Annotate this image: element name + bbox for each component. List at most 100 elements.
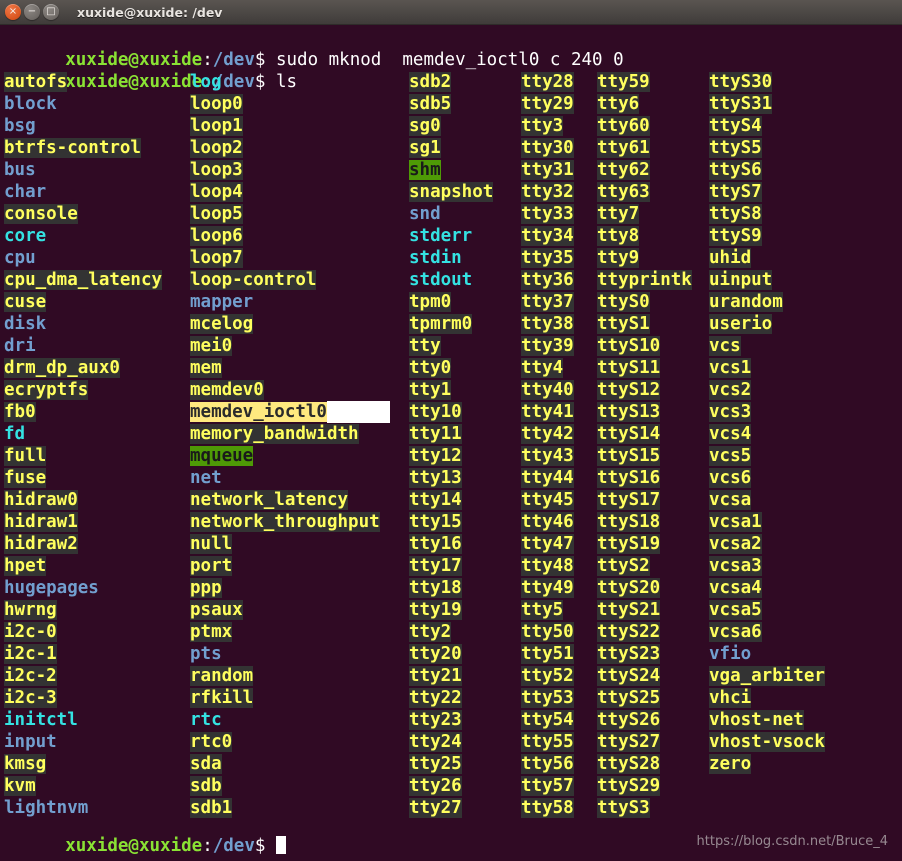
ls-entry-name: snd: [409, 204, 441, 224]
close-button[interactable]: ×: [5, 4, 21, 20]
ls-entry-name: sdb: [190, 776, 222, 796]
ls-entry: memdev_ioctl0: [190, 401, 391, 423]
ls-entry: ttyS0: [597, 291, 692, 313]
ls-entry: ttyS14: [597, 423, 692, 445]
maximize-button[interactable]: □: [43, 4, 59, 20]
ls-entry-name: ttyS24: [597, 666, 661, 686]
ls-entry: ttyS8: [709, 203, 825, 225]
ls-entry-name: tty34: [521, 226, 574, 246]
ls-entry: console: [4, 203, 162, 225]
ls-entry-name: vhost-vsock: [709, 732, 825, 752]
ls-entry-name: ttyS17: [597, 490, 661, 510]
ls-entry-name: fuse: [4, 468, 47, 488]
ls-entry-name: ttyS9: [709, 226, 762, 246]
ls-entry-name: ttyS2: [597, 556, 650, 576]
close-icon: ×: [8, 5, 18, 17]
minimize-button[interactable]: −: [24, 4, 40, 20]
ls-entry-name: memory_bandwidth: [190, 424, 359, 444]
ls-entry: core: [4, 225, 162, 247]
ls-entry-name: tty19: [409, 600, 462, 620]
ls-entry-name: tty27: [409, 798, 462, 818]
ls-entry-name: mem: [190, 358, 222, 378]
ls-entry-name: cpu_dma_latency: [4, 270, 163, 290]
ls-entry: tty15: [409, 511, 493, 533]
ls-entry: tty0: [409, 357, 493, 379]
ls-entry-name: pts: [190, 644, 222, 664]
ls-entry: loop1: [190, 115, 390, 137]
terminal-screen[interactable]: xuxide@xuxide:/dev$ sudo mknod memdev_io…: [0, 25, 902, 861]
ls-entry-name: kmsg: [4, 754, 47, 774]
ls-entry: tty5: [521, 599, 574, 621]
ls-entry-name: tty23: [409, 710, 462, 730]
ls-entry-name: ttyS20: [597, 578, 661, 598]
ls-entry-name: tty4: [521, 358, 564, 378]
ls-entry-name: tty28: [521, 72, 574, 92]
ls-entry: autofs: [4, 71, 162, 93]
ls-entry-name: vcs4: [709, 424, 752, 444]
ls-entry: mqueue: [190, 445, 390, 467]
ls-entry: userio: [709, 313, 825, 335]
ls-entry-name: tty41: [521, 402, 574, 422]
ls-entry-name: ttyS13: [597, 402, 661, 422]
ls-entry-name: userio: [709, 314, 773, 334]
ls-entry: tty17: [409, 555, 493, 577]
ls-entry: tty20: [409, 643, 493, 665]
ls-entry-name: mei0: [190, 336, 233, 356]
minimize-icon: −: [27, 5, 37, 17]
ls-entry: tty21: [409, 665, 493, 687]
ls-entry: bsg: [4, 115, 162, 137]
ls-entry-name: tty61: [597, 138, 650, 158]
ls-entry: cpu_dma_latency: [4, 269, 163, 291]
ls-entry: tty1: [409, 379, 493, 401]
prompt-colon: :: [202, 836, 213, 856]
ls-entry-name: tty13: [409, 468, 462, 488]
ls-entry-name: tty56: [521, 754, 574, 774]
ls-entry: tty63: [597, 181, 692, 203]
prompt-dollar: $: [254, 50, 276, 70]
ls-entry: fuse: [4, 467, 162, 489]
ls-entry-name: vcs2: [709, 380, 752, 400]
ls-entry-name: loop5: [190, 204, 243, 224]
ls-entry: mcelog: [190, 313, 390, 335]
ls-entry-name: tpm0: [409, 292, 452, 312]
ls-entry: stdin: [409, 247, 493, 269]
ls-entry: sdb5: [409, 93, 493, 115]
ls-entry: tty41: [521, 401, 574, 423]
ls-entry: tty51: [521, 643, 574, 665]
ls-entry: tty7: [597, 203, 692, 225]
ls-entry-name: sda: [190, 754, 222, 774]
ls-entry: hidraw2: [4, 533, 162, 555]
ls-entry: tty52: [521, 665, 574, 687]
ls-entry-name: ttyS16: [597, 468, 661, 488]
ls-entry: ttyS20: [597, 577, 692, 599]
ls-entry: dri: [4, 335, 162, 357]
ls-entry-name: tty62: [597, 160, 650, 180]
ls-entry: full: [4, 445, 162, 467]
ls-entry-name: tty45: [521, 490, 574, 510]
ls-entry-name: tty30: [521, 138, 574, 158]
ls-entry: hpet: [4, 555, 162, 577]
ls-entry: tty6: [597, 93, 692, 115]
ls-entry-name: ttyS21: [597, 600, 661, 620]
ls-entry-name: vcsa: [709, 490, 752, 510]
ls-entry: tpm0: [409, 291, 493, 313]
ls-entry: ttyprintk: [597, 269, 692, 291]
ls-entry-name: loop1: [190, 116, 243, 136]
ls-entry: tty19: [409, 599, 493, 621]
ls-entry-name: tty63: [597, 182, 650, 202]
ls-entry-name: ttyS22: [597, 622, 661, 642]
selection-highlight: [326, 401, 391, 423]
ls-entry-name: ecryptfs: [4, 380, 89, 400]
ls-entry: vcsa4: [709, 577, 825, 599]
ls-entry: network_latency: [190, 489, 390, 511]
ls-entry-name: tty1: [409, 380, 452, 400]
ls-entry-name: hwrng: [4, 600, 57, 620]
ls-entry-name: sg1: [409, 138, 441, 158]
ls-entry: vcsa5: [709, 599, 825, 621]
ls-entry: ttyS11: [597, 357, 692, 379]
ls-entry-name: tty10: [409, 402, 462, 422]
ls-entry: pts: [190, 643, 390, 665]
ls-entry: ttyS24: [597, 665, 692, 687]
ls-entry: ttyS17: [597, 489, 692, 511]
ls-entry-name: loop0: [190, 94, 243, 114]
